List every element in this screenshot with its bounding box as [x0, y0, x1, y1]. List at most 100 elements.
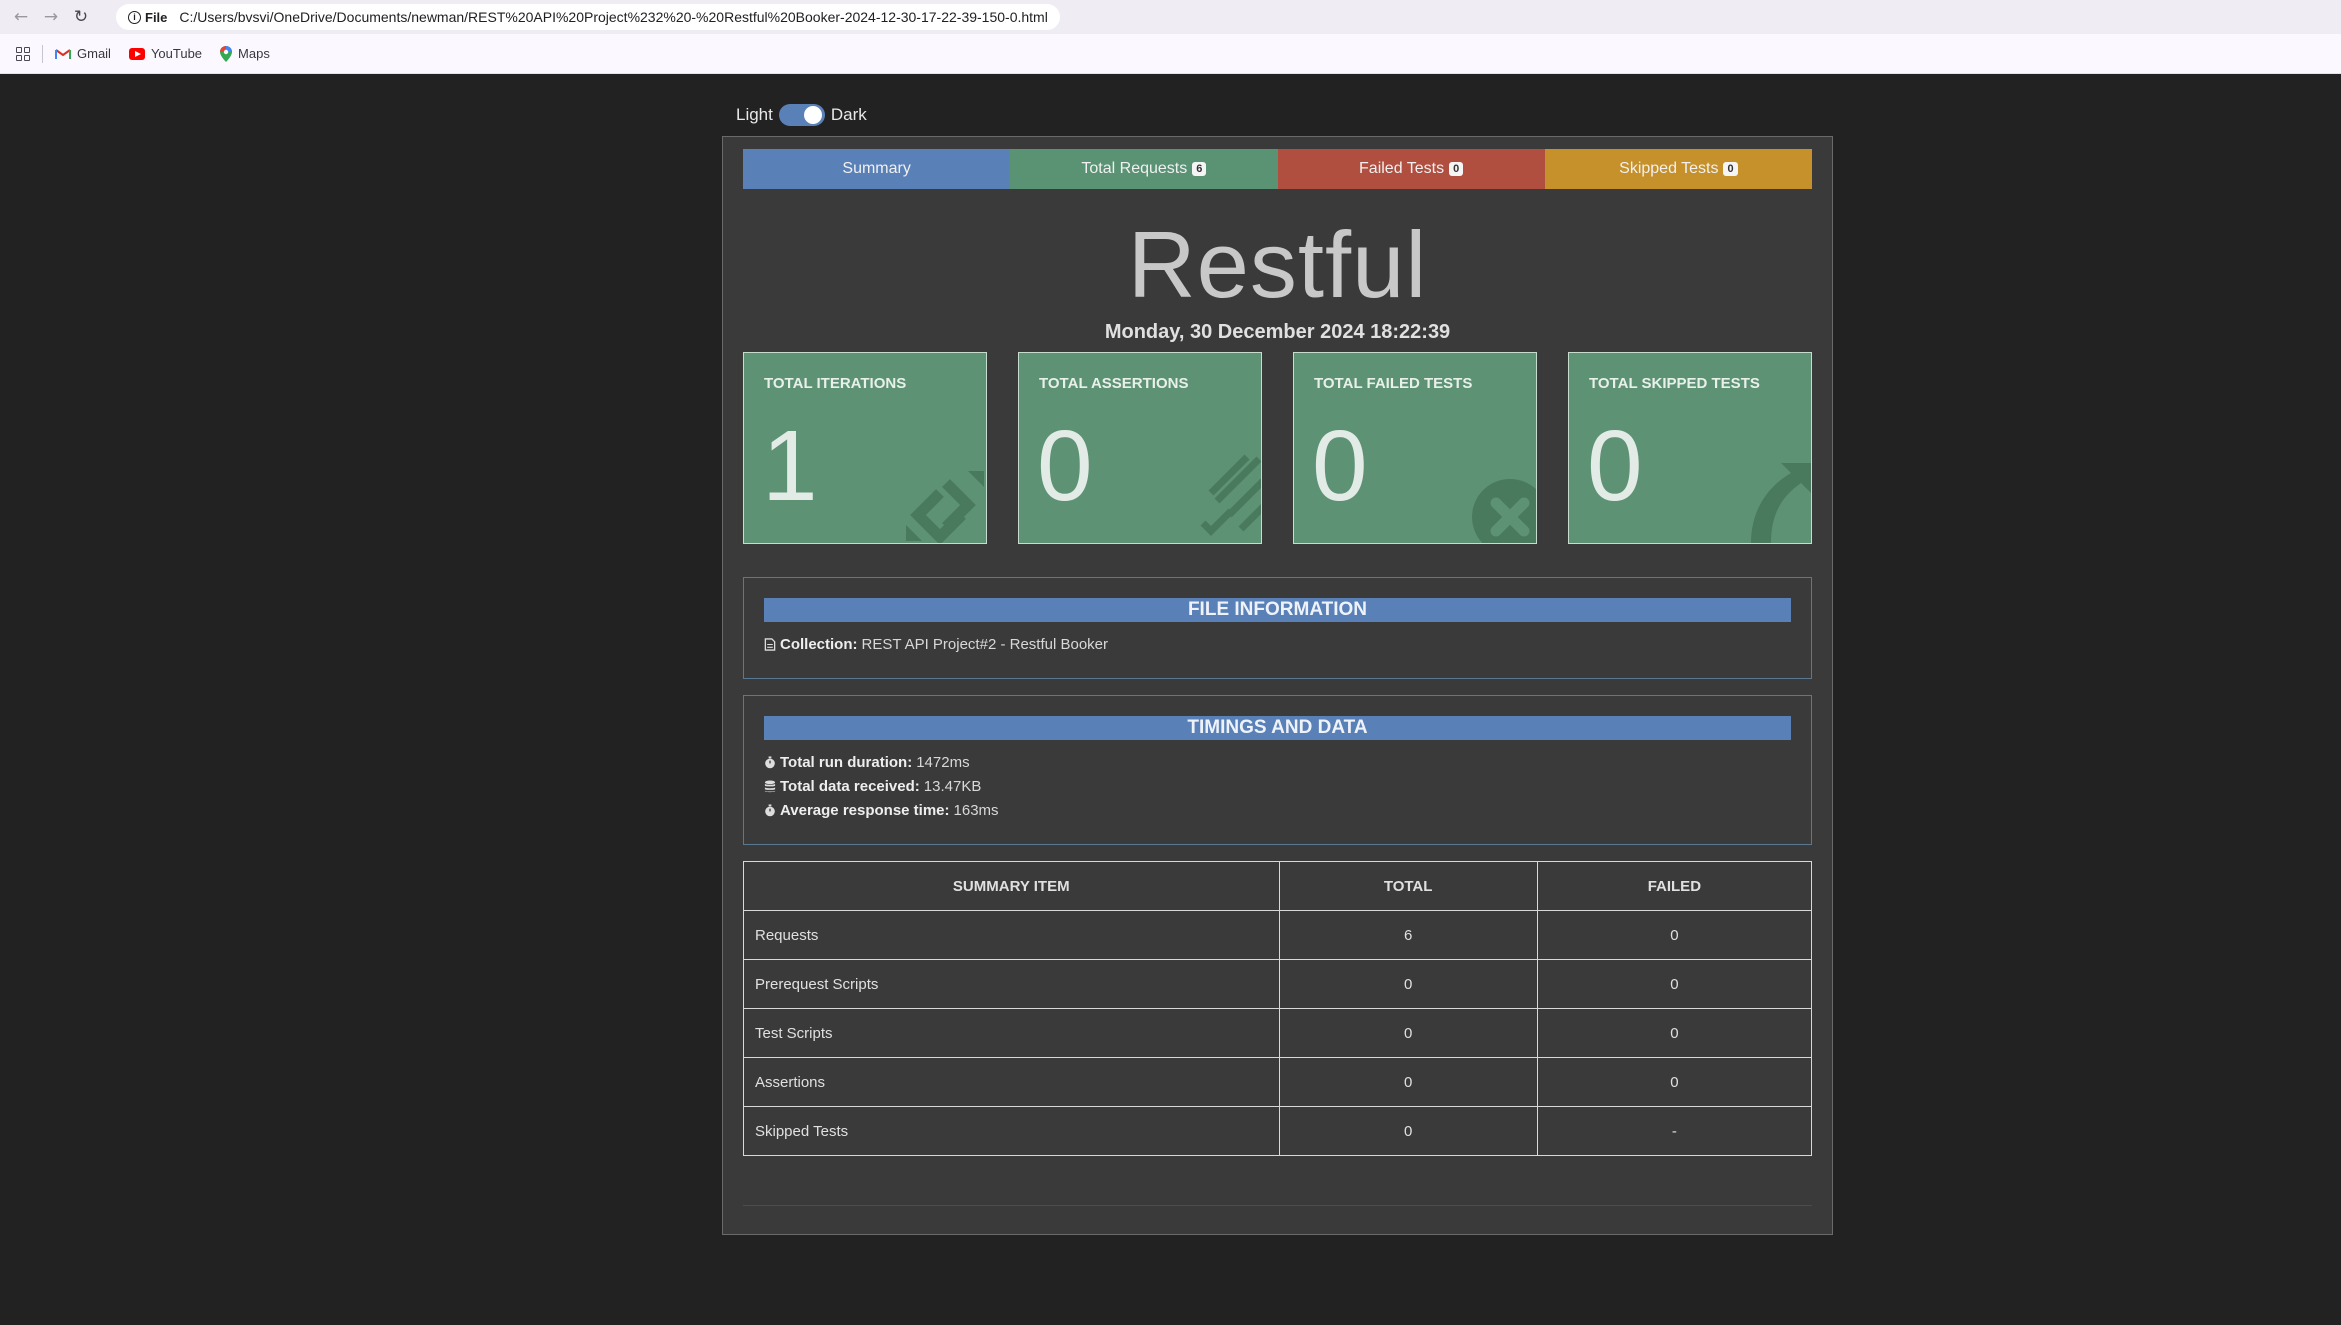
browser-address-bar: ← → ↻ i File C:/Users/bvsvi/OneDrive/Doc… [0, 0, 2341, 34]
stat-card-failed-tests: TOTAL FAILED TESTS 0 [1293, 352, 1537, 544]
bookmark-maps[interactable]: Maps [220, 45, 270, 62]
report-date: Monday, 30 December 2024 18:22:39 [1104, 321, 1451, 343]
report-title: Restful [1127, 212, 1428, 317]
reload-icon: ↻ [73, 7, 89, 27]
stat-card-iterations: TOTAL ITERATIONS 1 [743, 352, 987, 544]
total-cell: 0 [1278, 1057, 1538, 1107]
tab-label: Summary [842, 160, 911, 177]
summary-item-cell: Skipped Tests [743, 1106, 1280, 1156]
summary-item-cell: Requests [743, 910, 1280, 960]
tab-summary[interactable]: Summary [743, 149, 1011, 189]
forward-button[interactable]: → [36, 2, 66, 32]
count-badge: 6 [1192, 162, 1207, 176]
bookmark-separator [42, 44, 43, 63]
bookmark-label: Maps [238, 46, 270, 61]
timings-heading: TIMINGS AND DATA [764, 716, 1791, 740]
stats-row: TOTAL ITERATIONS 1 TOTAL ASSERTIONS 0 TO… [743, 352, 1812, 544]
reload-button[interactable]: ↻ [66, 2, 96, 32]
bookmark-youtube[interactable]: YouTube [128, 46, 203, 61]
maps-icon [220, 45, 233, 62]
count-badge: 0 [1723, 162, 1738, 176]
summary-item-cell: Test Scripts [743, 1008, 1280, 1058]
failed-cell: 0 [1536, 1057, 1813, 1107]
url-bar[interactable]: i File C:/Users/bvsvi/OneDrive/Documents… [116, 4, 1060, 30]
bookmark-gmail[interactable]: Gmail [55, 46, 111, 61]
bookmark-label: YouTube [150, 46, 203, 61]
total-cell: 6 [1278, 910, 1538, 960]
failed-cell: 0 [1536, 1008, 1813, 1058]
tab-label: Total Requests [1081, 160, 1188, 177]
file-information-panel: FILE INFORMATION Collection: REST API Pr… [743, 577, 1812, 679]
table-row: Requests 6 0 [743, 910, 1813, 960]
bookmark-label: Gmail [77, 46, 111, 61]
theme-switch[interactable] [778, 104, 825, 126]
column-header: TOTAL [1278, 861, 1538, 911]
stat-label: TOTAL SKIPPED TESTS [1589, 375, 1760, 392]
site-info-button[interactable]: i File [122, 8, 173, 27]
light-label: Light [736, 105, 773, 124]
run-duration-line: Total run duration: 1472ms [764, 754, 970, 771]
report-tabs: Summary Total Requests 6 Failed Tests 0 … [743, 149, 1812, 189]
tab-failed-tests[interactable]: Failed Tests 0 [1277, 149, 1545, 189]
tasks-icon [1200, 454, 1261, 536]
tab-skipped-tests[interactable]: Skipped Tests 0 [1544, 149, 1812, 189]
footer-divider [743, 1205, 1812, 1206]
dark-label: Dark [830, 105, 867, 124]
bookmarks-bar: Gmail YouTube Maps [0, 34, 2341, 74]
site-info-label: File [145, 9, 168, 25]
stat-value: 1 [762, 410, 818, 522]
stat-card-skipped-tests: TOTAL SKIPPED TESTS 0 [1568, 352, 1812, 544]
run-duration-value: 1472ms [916, 754, 970, 771]
run-duration-label: Total run duration: [780, 754, 913, 771]
count-badge: 0 [1449, 162, 1464, 176]
failed-cell: 0 [1536, 959, 1813, 1009]
timings-panel: TIMINGS AND DATA Total run duration: 147… [743, 695, 1812, 845]
info-icon: i [128, 10, 141, 24]
forward-arrow-icon: → [43, 7, 59, 27]
stat-card-assertions: TOTAL ASSERTIONS 0 [1018, 352, 1262, 544]
times-circle-icon [1472, 479, 1536, 543]
failed-cell: 0 [1536, 910, 1813, 960]
table-row: Test Scripts 0 0 [743, 1008, 1813, 1058]
summary-item-cell: Assertions [743, 1057, 1280, 1107]
data-received-line: Total data received: 13.47KB [764, 778, 981, 795]
file-icon [764, 638, 776, 651]
summary-item-cell: Prerequest Scripts [743, 959, 1280, 1009]
collection-line: Collection: REST API Project#2 - Restful… [764, 636, 1108, 653]
tab-label: Skipped Tests [1619, 160, 1719, 177]
refresh-icon [906, 471, 984, 543]
database-icon [764, 780, 776, 793]
stat-value: 0 [1312, 410, 1368, 522]
stat-label: TOTAL ASSERTIONS [1039, 375, 1189, 392]
tab-total-requests[interactable]: Total Requests 6 [1010, 149, 1278, 189]
back-button[interactable]: ← [6, 2, 36, 32]
stopwatch-icon [765, 756, 775, 769]
file-information-heading: FILE INFORMATION [764, 598, 1791, 622]
table-row: Prerequest Scripts 0 0 [743, 959, 1813, 1009]
column-header: FAILED [1536, 861, 1813, 911]
theme-toggle: Light Dark [736, 104, 867, 126]
share-icon [1751, 463, 1811, 543]
stat-value: 0 [1037, 410, 1093, 522]
avg-response-line: Average response time: 163ms [764, 802, 999, 819]
youtube-icon [128, 47, 145, 60]
column-header: SUMMARY ITEM [743, 861, 1280, 911]
summary-table: SUMMARY ITEM TOTAL FAILED Requests 6 0 P… [743, 861, 1813, 1156]
data-received-label: Total data received: [780, 778, 920, 795]
stat-label: TOTAL FAILED TESTS [1314, 375, 1473, 392]
failed-cell: - [1536, 1106, 1813, 1156]
tab-label: Failed Tests [1359, 160, 1445, 177]
stat-value: 0 [1587, 410, 1643, 522]
url-text[interactable]: C:/Users/bvsvi/OneDrive/Documents/newman… [179, 9, 1047, 25]
total-cell: 0 [1278, 1106, 1538, 1156]
avg-response-label: Average response time: [780, 802, 950, 819]
gmail-icon [55, 48, 71, 59]
report-card: Summary Total Requests 6 Failed Tests 0 … [722, 136, 1833, 1235]
stopwatch-icon [765, 804, 775, 817]
total-cell: 0 [1278, 959, 1538, 1009]
stat-label: TOTAL ITERATIONS [764, 375, 907, 392]
apps-grid-icon[interactable] [16, 46, 30, 61]
table-header-row: SUMMARY ITEM TOTAL FAILED [743, 861, 1813, 911]
back-arrow-icon: ← [13, 7, 29, 27]
collection-label: Collection: [780, 636, 858, 653]
